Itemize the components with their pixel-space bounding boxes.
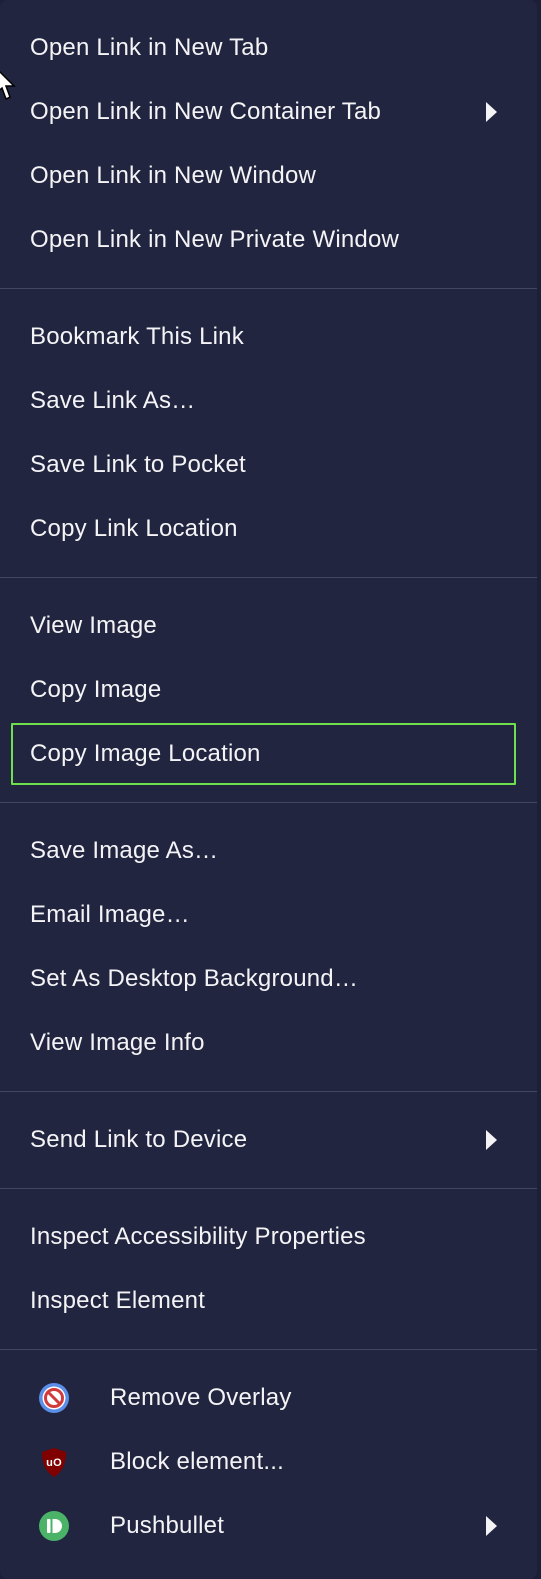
menu-item-save-image-as[interactable]: Save Image As…: [0, 819, 537, 883]
menu-item-label: Open Link in New Private Window: [30, 226, 400, 253]
menu-item-label: Copy Image Location: [30, 740, 261, 767]
menu-item-view-image[interactable]: View Image: [0, 594, 537, 658]
menu-item-bookmark-link[interactable]: Bookmark This Link: [0, 305, 537, 369]
menu-item-label: Save Link As…: [30, 387, 196, 414]
menu-item-label: Open Link in New Window: [30, 162, 317, 189]
menu-item-label: Inspect Accessibility Properties: [30, 1223, 366, 1250]
menu-item-save-link-as[interactable]: Save Link As…: [0, 369, 537, 433]
menu-item-open-link-new-window[interactable]: Open Link in New Window: [0, 144, 537, 208]
menu-separator: [0, 802, 537, 803]
menu-separator: [0, 1349, 537, 1350]
menu-item-label: Email Image…: [30, 901, 190, 928]
menu-item-label: Copy Image: [30, 676, 162, 703]
menu-item-open-link-private-window[interactable]: Open Link in New Private Window: [0, 208, 537, 272]
chevron-right-icon: [486, 1516, 497, 1536]
menu-item-view-image-info[interactable]: View Image Info: [0, 1011, 537, 1075]
menu-separator: [0, 1091, 537, 1092]
menu-separator: [0, 1188, 537, 1189]
ublock-origin-shield-icon: uO: [42, 1448, 66, 1477]
menu-separator: [0, 577, 537, 578]
menu-item-label: Open Link in New Container Tab: [30, 98, 382, 125]
chevron-right-icon: [486, 102, 497, 122]
context-menu: Open Link in New Tab Open Link in New Co…: [0, 0, 537, 1579]
menu-item-label: Pushbullet: [110, 1512, 225, 1539]
menu-item-label: Inspect Element: [30, 1287, 206, 1314]
menu-item-block-element[interactable]: uO Block element...: [0, 1430, 537, 1494]
menu-item-label: Block element...: [110, 1448, 284, 1475]
no-entry-icon: [39, 1383, 69, 1413]
menu-item-pushbullet[interactable]: Pushbullet: [0, 1494, 537, 1558]
menu-item-open-link-new-tab[interactable]: Open Link in New Tab: [0, 16, 537, 80]
menu-item-label: Save Link to Pocket: [30, 451, 246, 478]
menu-item-copy-image-location[interactable]: Copy Image Location: [10, 722, 517, 786]
menu-item-copy-link-location[interactable]: Copy Link Location: [0, 497, 537, 561]
menu-item-label: Save Image As…: [30, 837, 219, 864]
menu-item-save-link-to-pocket[interactable]: Save Link to Pocket: [0, 433, 537, 497]
menu-item-remove-overlay[interactable]: Remove Overlay: [0, 1366, 537, 1430]
menu-item-label: View Image: [30, 612, 157, 639]
chevron-right-icon: [486, 1130, 497, 1150]
menu-item-open-link-new-container-tab[interactable]: Open Link in New Container Tab: [0, 80, 537, 144]
menu-item-label: Bookmark This Link: [30, 323, 244, 350]
menu-item-send-link-to-device[interactable]: Send Link to Device: [0, 1108, 537, 1172]
pushbullet-icon: [39, 1511, 69, 1541]
menu-item-label: Copy Link Location: [30, 515, 238, 542]
menu-item-label: Send Link to Device: [30, 1126, 248, 1153]
menu-item-inspect-accessibility[interactable]: Inspect Accessibility Properties: [0, 1205, 537, 1269]
menu-item-label: View Image Info: [30, 1029, 205, 1056]
menu-separator: [0, 288, 537, 289]
svg-text:uO: uO: [46, 1457, 62, 1469]
menu-item-label: Open Link in New Tab: [30, 34, 269, 61]
menu-item-label: Remove Overlay: [110, 1384, 292, 1411]
menu-item-label: Set As Desktop Background…: [30, 965, 359, 992]
menu-item-set-desktop-background[interactable]: Set As Desktop Background…: [0, 947, 537, 1011]
menu-item-copy-image[interactable]: Copy Image: [0, 658, 537, 722]
menu-item-inspect-element[interactable]: Inspect Element: [0, 1269, 537, 1333]
menu-item-email-image[interactable]: Email Image…: [0, 883, 537, 947]
